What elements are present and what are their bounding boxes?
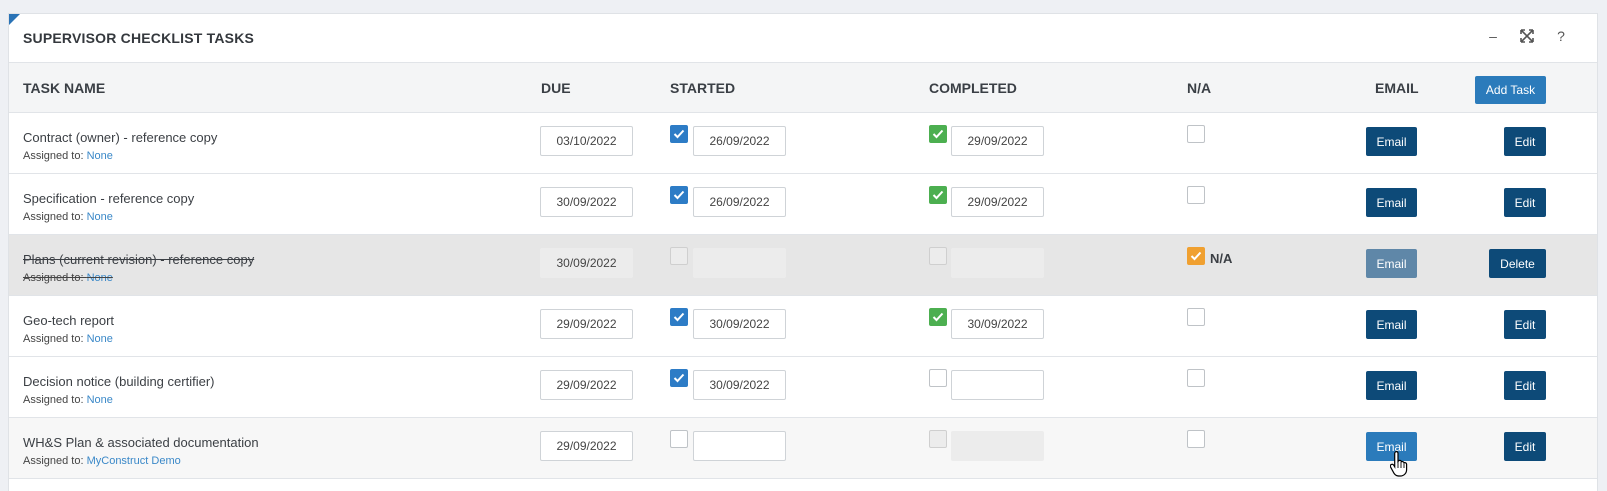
task-name: Contract (owner) - reference copy bbox=[23, 130, 218, 145]
completed-checkbox[interactable] bbox=[929, 308, 947, 326]
email-button[interactable]: Email bbox=[1366, 310, 1417, 339]
email-button[interactable]: Email bbox=[1366, 127, 1417, 156]
completed-date-field[interactable]: 29/09/2022 bbox=[951, 126, 1044, 156]
table-row: Contract (owner) - reference copy Assigne… bbox=[9, 113, 1597, 174]
started-date-field[interactable]: 26/09/2022 bbox=[693, 126, 786, 156]
completed-checkbox[interactable] bbox=[929, 430, 947, 448]
task-name: Geo-tech report bbox=[23, 313, 115, 328]
na-checkbox[interactable] bbox=[1187, 308, 1205, 326]
assigned-prefix: Assigned to: bbox=[23, 333, 87, 345]
column-header-due: DUE bbox=[541, 80, 571, 96]
assigned-to: Assigned to: None bbox=[23, 394, 113, 406]
due-date-field[interactable]: 29/09/2022 bbox=[540, 431, 633, 461]
started-date-field[interactable]: 30/09/2022 bbox=[693, 370, 786, 400]
supervisor-checklist-panel: SUPERVISOR CHECKLIST TASKS – ? TASK NAME… bbox=[8, 13, 1598, 491]
assigned-user-link[interactable]: None bbox=[87, 211, 113, 223]
email-button[interactable]: Email bbox=[1366, 432, 1417, 461]
panel-title: SUPERVISOR CHECKLIST TASKS bbox=[23, 30, 255, 46]
completed-date-field bbox=[951, 248, 1044, 278]
expand-icon[interactable] bbox=[1519, 27, 1535, 45]
column-header-task-name: TASK NAME bbox=[23, 80, 106, 96]
assigned-user-link[interactable]: None bbox=[87, 333, 113, 345]
na-checkbox[interactable] bbox=[1187, 430, 1205, 448]
na-checkbox[interactable] bbox=[1187, 247, 1205, 265]
table-row: Specification - reference copy Assigned t… bbox=[9, 174, 1597, 235]
started-date-field[interactable]: 26/09/2022 bbox=[693, 187, 786, 217]
assigned-prefix: Assigned to: bbox=[23, 211, 87, 223]
due-date-field[interactable]: 30/09/2022 bbox=[540, 187, 633, 217]
table-row: Decision notice (building certifier) Assi… bbox=[9, 357, 1597, 418]
table-row: Plans (current revision) - reference cop… bbox=[9, 235, 1597, 296]
assigned-to: Assigned to: None bbox=[23, 150, 113, 162]
email-button[interactable]: Email bbox=[1366, 371, 1417, 400]
email-button[interactable]: Email bbox=[1366, 249, 1417, 278]
assigned-prefix: Assigned to: bbox=[23, 394, 87, 406]
minimize-icon[interactable]: – bbox=[1485, 27, 1501, 45]
task-name: Decision notice (building certifier) bbox=[23, 374, 215, 389]
na-checkbox[interactable] bbox=[1187, 125, 1205, 143]
started-date-field[interactable] bbox=[693, 431, 786, 461]
edit-button[interactable]: Edit bbox=[1504, 188, 1546, 217]
task-name: Specification - reference copy bbox=[23, 191, 195, 206]
completed-checkbox[interactable] bbox=[929, 247, 947, 265]
task-name: Plans (current revision) - reference cop… bbox=[23, 252, 255, 267]
started-date-field bbox=[693, 248, 786, 278]
column-header-started: STARTED bbox=[670, 80, 736, 96]
completed-date-field[interactable]: 30/09/2022 bbox=[951, 309, 1044, 339]
column-header-na: N/A bbox=[1187, 80, 1212, 96]
table-row: WH&S Plan & associated documentation Assi… bbox=[9, 418, 1597, 479]
na-checkbox[interactable] bbox=[1187, 186, 1205, 204]
started-checkbox[interactable] bbox=[670, 308, 688, 326]
due-date-field: 30/09/2022 bbox=[540, 248, 633, 278]
edit-button[interactable]: Edit bbox=[1504, 127, 1546, 156]
email-button[interactable]: Email bbox=[1366, 188, 1417, 217]
started-checkbox[interactable] bbox=[670, 369, 688, 387]
panel-tools: – ? bbox=[1485, 27, 1569, 45]
completed-checkbox[interactable] bbox=[929, 369, 947, 387]
due-date-field[interactable]: 03/10/2022 bbox=[540, 126, 633, 156]
na-checkbox[interactable] bbox=[1187, 369, 1205, 387]
assigned-user-link[interactable]: MyConstruct Demo bbox=[87, 455, 181, 467]
assigned-to: Assigned to: None bbox=[23, 333, 113, 345]
add-task-button[interactable]: Add Task bbox=[1475, 76, 1546, 104]
assigned-user-link[interactable]: None bbox=[87, 394, 113, 406]
assigned-to: Assigned to: MyConstruct Demo bbox=[23, 455, 181, 467]
due-date-field[interactable]: 29/09/2022 bbox=[540, 309, 633, 339]
started-date-field[interactable]: 30/09/2022 bbox=[693, 309, 786, 339]
completed-date-field[interactable] bbox=[951, 370, 1044, 400]
edit-button[interactable]: Edit bbox=[1504, 371, 1546, 400]
completed-date-field bbox=[951, 431, 1044, 461]
na-label: N/A bbox=[1210, 251, 1233, 266]
help-icon[interactable]: ? bbox=[1553, 27, 1569, 45]
task-name: WH&S Plan & associated documentation bbox=[23, 435, 259, 450]
started-checkbox[interactable] bbox=[670, 247, 688, 265]
started-checkbox[interactable] bbox=[670, 186, 688, 204]
started-checkbox[interactable] bbox=[670, 125, 688, 143]
assigned-user-link[interactable]: None bbox=[87, 150, 113, 162]
assigned-prefix: Assigned to: bbox=[23, 455, 87, 467]
due-date-field[interactable]: 29/09/2022 bbox=[540, 370, 633, 400]
completed-checkbox[interactable] bbox=[929, 125, 947, 143]
edit-button[interactable]: Edit bbox=[1504, 310, 1546, 339]
column-header-completed: COMPLETED bbox=[929, 80, 1017, 96]
column-header-email: EMAIL bbox=[1375, 80, 1419, 96]
table-row: Geo-tech report Assigned to: None 29/09/20… bbox=[9, 296, 1597, 357]
table-header: TASK NAME DUE STARTED COMPLETED N/A EMAI… bbox=[9, 63, 1597, 113]
completed-date-field[interactable]: 29/09/2022 bbox=[951, 187, 1044, 217]
assigned-to: Assigned to: None bbox=[23, 272, 113, 284]
assigned-prefix: Assigned to: bbox=[23, 272, 87, 284]
assigned-prefix: Assigned to: bbox=[23, 150, 87, 162]
started-checkbox[interactable] bbox=[670, 430, 688, 448]
edit-button[interactable]: Edit bbox=[1504, 432, 1546, 461]
delete-button[interactable]: Delete bbox=[1489, 249, 1546, 278]
completed-checkbox[interactable] bbox=[929, 186, 947, 204]
assigned-user-link[interactable]: None bbox=[87, 272, 113, 284]
panel-header: SUPERVISOR CHECKLIST TASKS – ? bbox=[9, 14, 1597, 63]
assigned-to: Assigned to: None bbox=[23, 211, 113, 223]
